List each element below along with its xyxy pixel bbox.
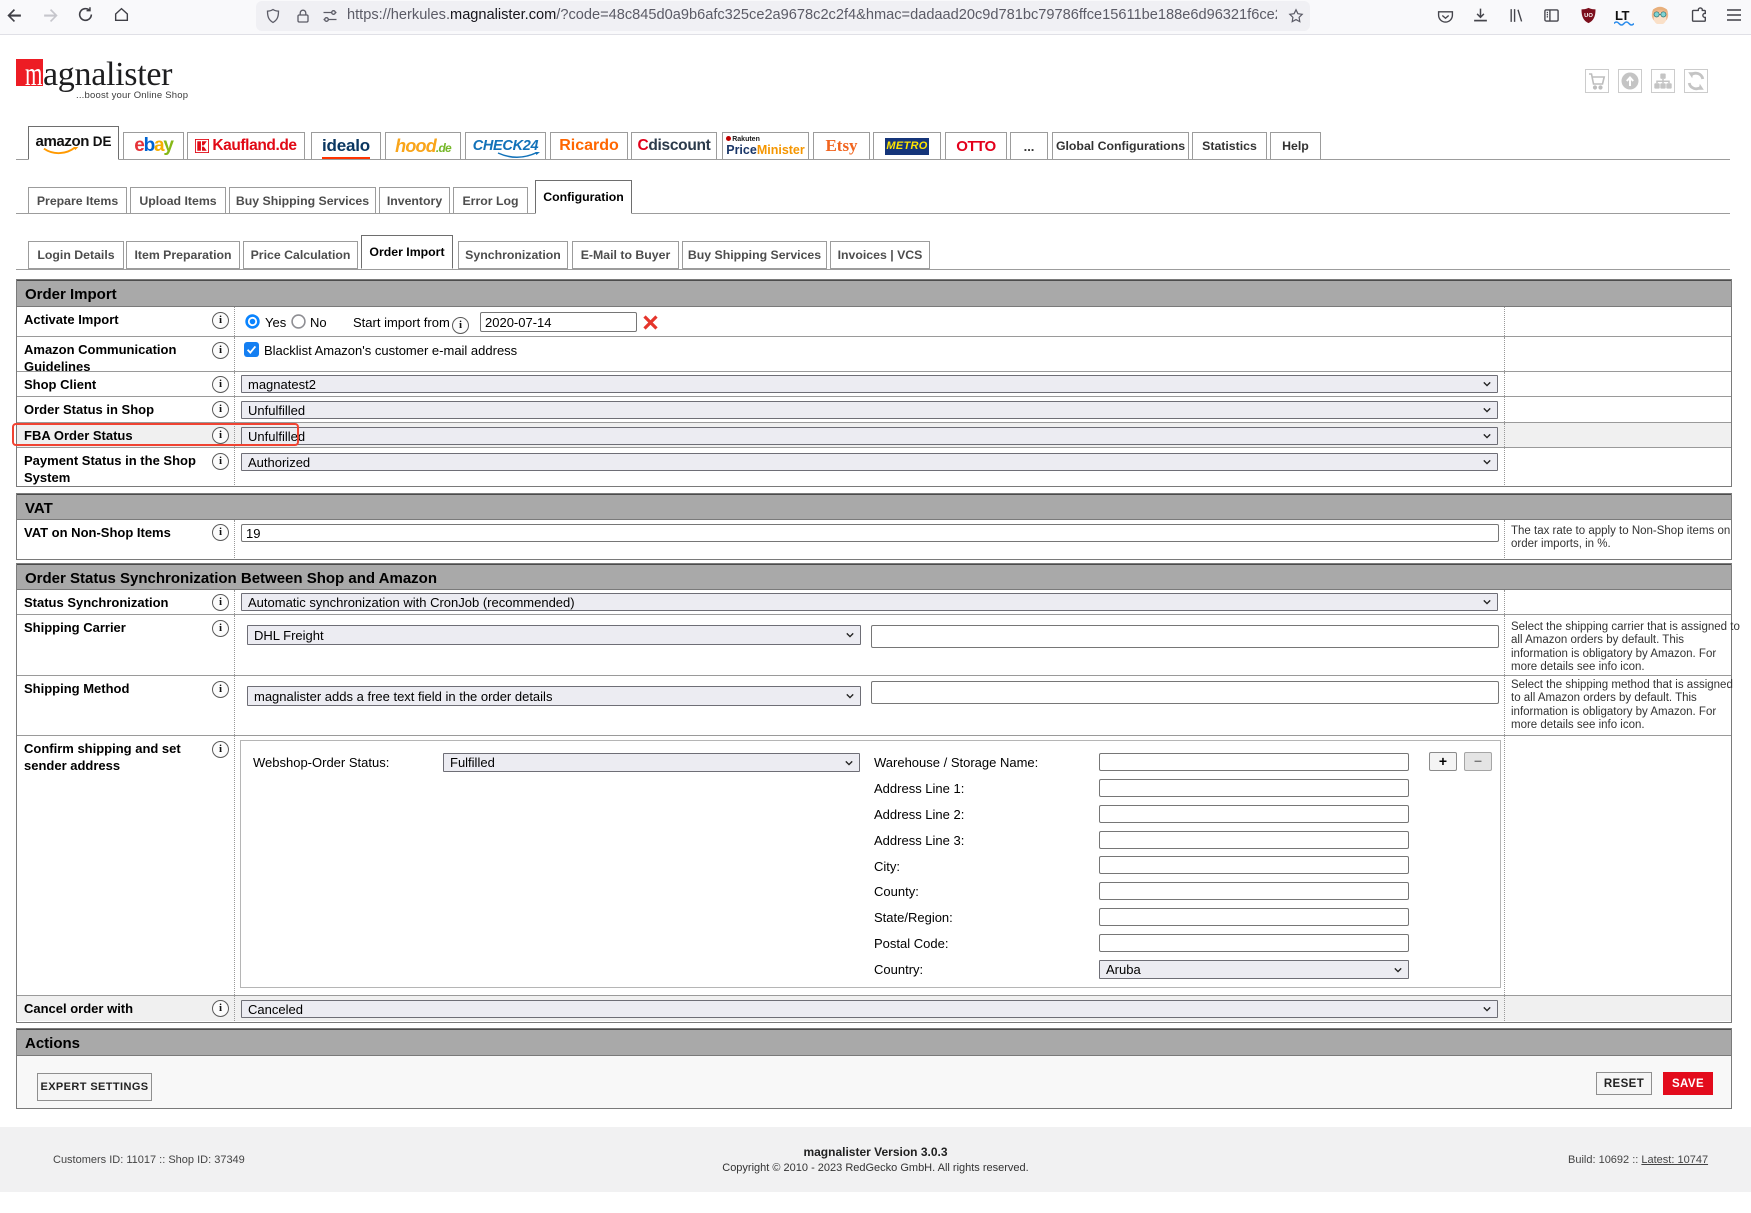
svg-text:UO: UO <box>1584 13 1593 19</box>
